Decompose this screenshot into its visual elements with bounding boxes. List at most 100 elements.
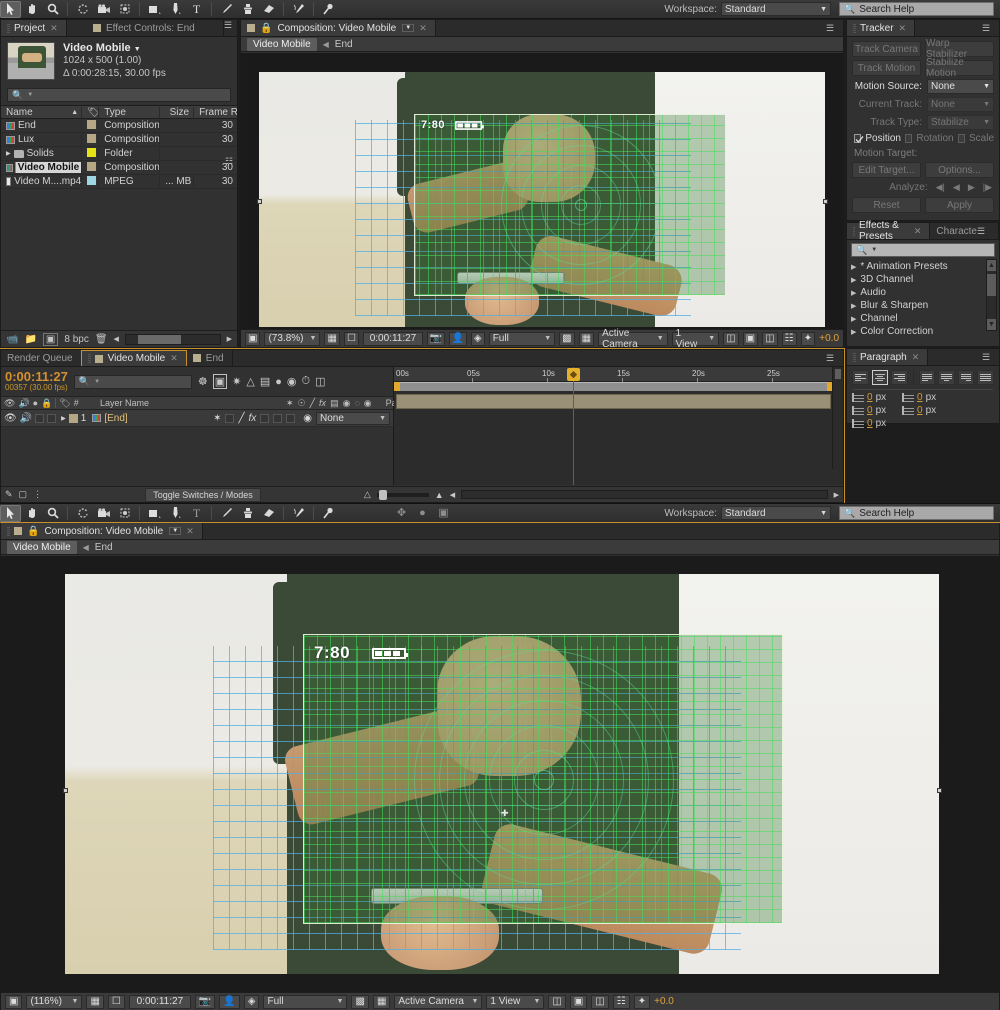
work-area-start-handle[interactable] bbox=[394, 382, 400, 391]
stabilize-motion-button[interactable]: Stabilize Motion bbox=[925, 57, 994, 79]
hand-tool[interactable] bbox=[21, 1, 42, 18]
align-center-button[interactable] bbox=[871, 370, 889, 385]
reset-button[interactable]: Reset bbox=[852, 197, 921, 213]
toggle-switches-modes-button[interactable]: Toggle Switches / Modes bbox=[145, 487, 261, 502]
table-row[interactable]: ▶ Solids Folder bbox=[1, 147, 237, 161]
tab-effect-controls[interactable]: Effect Controls: End bbox=[66, 20, 224, 36]
scrollbar-thumb[interactable] bbox=[137, 334, 182, 344]
zoom-tool[interactable] bbox=[42, 505, 63, 522]
column-header-label[interactable]: 🏷 bbox=[82, 106, 100, 118]
selection-handle[interactable] bbox=[63, 788, 68, 793]
track-motion-button[interactable]: Track Motion bbox=[852, 60, 921, 76]
tab-composition[interactable]: 🔒 Composition: Video Mobile ▼ ✕ bbox=[241, 20, 436, 36]
rotation-checkbox[interactable] bbox=[904, 134, 913, 143]
align-move-icon[interactable]: ✥ bbox=[391, 505, 412, 522]
breadcrumb-item-0[interactable]: Video Mobile bbox=[7, 540, 77, 554]
expand-triangle-icon[interactable]: ▶ bbox=[6, 150, 11, 157]
region-of-interest-icon[interactable]: ☐ bbox=[107, 994, 125, 1009]
scroll-right-arrow[interactable]: ▶ bbox=[834, 491, 839, 499]
list-item[interactable]: ▶ Audio bbox=[847, 286, 999, 299]
shy-icon[interactable]: ✶ bbox=[286, 398, 294, 409]
snapshot-camera-icon[interactable]: 📷 bbox=[194, 994, 216, 1009]
space-after-field[interactable]: 0 px bbox=[852, 418, 896, 429]
analyze-forward-1-frame-icon[interactable]: |▶ bbox=[983, 182, 992, 193]
selection-tool[interactable] bbox=[0, 504, 21, 522]
justify-last-center-button[interactable] bbox=[938, 370, 955, 385]
motion-source-select[interactable]: None ▼ bbox=[927, 79, 994, 94]
composition-viewer-canvas[interactable]: 7:80 ROCAWEAR bbox=[241, 53, 843, 330]
timeline-zoom-slider[interactable] bbox=[376, 489, 429, 500]
pen-tool[interactable] bbox=[165, 1, 186, 18]
three-d-layer-icon[interactable]: ◉ bbox=[364, 398, 372, 409]
exposure-reset-icon[interactable]: ✦ bbox=[800, 331, 816, 346]
puppet-pin-tool[interactable] bbox=[318, 1, 339, 18]
breadcrumb-item-0[interactable]: Video Mobile bbox=[247, 37, 317, 51]
view-layout-select[interactable]: 1 View ▼ bbox=[671, 328, 720, 350]
resolution-select[interactable]: Full ▼ bbox=[263, 994, 348, 1009]
align-right-button[interactable] bbox=[891, 370, 908, 385]
expand-triangle-icon[interactable]: ▶ bbox=[851, 328, 856, 336]
layer-name-cell[interactable]: [End] bbox=[89, 410, 210, 426]
track-type-select[interactable]: Stabilize ▼ bbox=[927, 115, 994, 130]
align-dot-icon[interactable]: ● bbox=[412, 505, 433, 522]
chevron-down-icon[interactable]: ▼ bbox=[169, 527, 182, 535]
breadcrumb-item-1[interactable]: End bbox=[335, 39, 353, 50]
close-icon[interactable]: ✕ bbox=[186, 526, 194, 537]
current-time-indicator-readout[interactable]: 0:00:11:27 00357 (30.00 fps) bbox=[5, 370, 68, 392]
parent-select[interactable]: None ▼ bbox=[316, 411, 390, 425]
show-snapshot-icon[interactable]: 👤 bbox=[219, 994, 240, 1009]
region-of-interest-icon[interactable]: ☐ bbox=[343, 331, 359, 346]
eraser-tool[interactable] bbox=[258, 505, 279, 522]
zoom-out-icon[interactable]: △ bbox=[364, 489, 371, 500]
expand-triangle-icon[interactable]: ▶ bbox=[851, 276, 856, 284]
fast-previews-icon[interactable]: ▣ bbox=[569, 994, 588, 1009]
table-row[interactable]: Lux Composition 30 bbox=[1, 133, 237, 147]
scale-checkbox[interactable] bbox=[957, 134, 965, 143]
timeline-link-icon[interactable]: ◫ bbox=[762, 331, 778, 346]
pixel-aspect-icon[interactable]: ◫ bbox=[548, 994, 566, 1009]
track-camera-button[interactable]: Track Camera bbox=[852, 41, 921, 57]
collapse-toggle[interactable] bbox=[225, 413, 235, 423]
effects-search-input[interactable]: 🔍 ▼ bbox=[851, 243, 995, 257]
comp-flowchart-icon[interactable]: ☷ bbox=[612, 994, 630, 1009]
audio-icon[interactable]: 🔊 bbox=[18, 398, 29, 409]
current-track-select[interactable]: None ▼ bbox=[927, 97, 994, 112]
indent-left-field[interactable]: 0 px bbox=[852, 392, 896, 403]
audio-icon[interactable]: 🔊 bbox=[20, 413, 32, 424]
scroll-down-arrow[interactable]: ▼ bbox=[987, 319, 996, 330]
panel-menu-icon[interactable]: ☰ bbox=[982, 352, 995, 363]
list-item[interactable]: ▶ * Animation Presets bbox=[847, 260, 999, 273]
timeline-search-input[interactable]: 🔍 ▼ bbox=[73, 374, 192, 389]
label-swatch[interactable] bbox=[87, 133, 97, 143]
resolution-select[interactable]: Full ▼ bbox=[488, 331, 556, 346]
column-header-name[interactable]: Name ▲ bbox=[1, 106, 83, 118]
analyze-forward-icon[interactable]: ▶ bbox=[968, 182, 975, 193]
analyze-backward-icon[interactable]: ◀ bbox=[953, 182, 960, 193]
tab-end[interactable]: End bbox=[186, 350, 233, 366]
type-tool[interactable]: T bbox=[186, 505, 207, 522]
color-depth-icon[interactable]: ▣ bbox=[42, 332, 59, 346]
tab-character[interactable]: Characte ☰ bbox=[930, 223, 999, 239]
horizontal-scrollbar[interactable] bbox=[124, 333, 221, 345]
fast-previews-icon[interactable]: ▣ bbox=[742, 331, 759, 346]
tab-paragraph[interactable]: Paragraph ✕ bbox=[847, 349, 929, 365]
clone-stamp-tool[interactable] bbox=[237, 505, 258, 522]
region-interest-toggle-icon[interactable]: ▩ bbox=[351, 994, 369, 1009]
live-update-icon[interactable]: ◫ bbox=[315, 375, 325, 388]
camera-view-select[interactable]: Active Camera ▼ bbox=[598, 328, 668, 350]
pen-tool[interactable] bbox=[165, 505, 186, 522]
justify-last-right-button[interactable] bbox=[957, 370, 975, 385]
layer-duration-bar[interactable] bbox=[396, 394, 831, 409]
camera-view-select[interactable]: Active Camera ▼ bbox=[394, 994, 483, 1009]
warp-stabilizer-button[interactable]: Warp Stabilizer bbox=[925, 38, 994, 60]
lock-icon[interactable]: 🔒 bbox=[41, 398, 52, 409]
indent-right-field[interactable]: 0 px bbox=[902, 392, 946, 403]
selection-handle[interactable] bbox=[937, 788, 942, 793]
zoom-tool[interactable] bbox=[42, 1, 63, 18]
pan-behind-tool[interactable] bbox=[114, 505, 135, 522]
search-help-input[interactable]: 🔍 Search Help bbox=[839, 506, 994, 520]
panel-menu-icon[interactable]: ☰ bbox=[826, 23, 839, 34]
tab-project[interactable]: Project ✕ bbox=[1, 20, 67, 36]
column-header-framerate[interactable]: Frame R... bbox=[194, 107, 237, 118]
new-comp-icon[interactable]: 📹 bbox=[6, 334, 18, 345]
